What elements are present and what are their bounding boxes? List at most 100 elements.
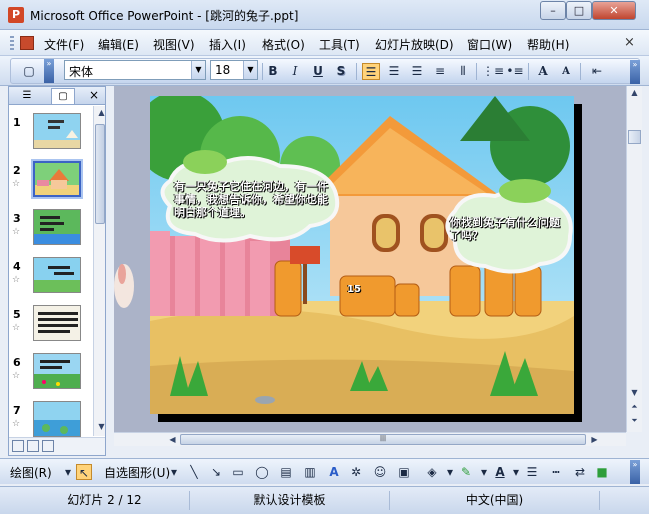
slide-number: 6	[13, 356, 21, 369]
chevron-down-icon[interactable]: ▾	[476, 464, 492, 480]
line-color-icon[interactable]: ✎	[458, 464, 474, 480]
slide-thumbnail[interactable]	[33, 353, 81, 389]
menu-edit[interactable]: 编辑(E)	[98, 36, 139, 53]
chevron-down-icon[interactable]: ▼	[191, 61, 205, 79]
pane-scroll-thumb[interactable]	[95, 124, 105, 224]
menu-tools[interactable]: 工具(T)	[319, 36, 360, 53]
design-template-status[interactable]: 默认设计模板	[190, 491, 390, 510]
minimize-button[interactable]: –	[540, 1, 566, 20]
slide-thumbnail-pane: ☰ ▢ × 1 2 ☆ 3 ☆ 4 ☆ 5 ☆ 6 ☆ 7 ☆ ▲ ▼	[8, 86, 106, 456]
next-slide-icon[interactable]: ⏷	[628, 414, 641, 428]
picture-icon[interactable]: ▣	[396, 464, 412, 480]
menu-file[interactable]: 文件(F)	[44, 36, 84, 53]
slide-thumbnail-current[interactable]	[31, 159, 83, 199]
previous-slide-icon[interactable]: ⏶	[628, 400, 641, 414]
slide-thumbnail[interactable]	[33, 209, 81, 245]
thumbnail-image	[34, 306, 80, 340]
scroll-up-icon[interactable]: ▲	[95, 106, 108, 120]
menu-format[interactable]: 格式(O)	[262, 36, 305, 53]
scroll-left-icon[interactable]: ◀	[166, 433, 179, 447]
vertical-textbox-icon[interactable]: ▥	[302, 464, 318, 480]
line-style-icon[interactable]: ☰	[524, 464, 540, 480]
maximize-button[interactable]: □	[566, 1, 592, 20]
offslide-rabbit-image	[114, 264, 134, 308]
horizontal-scroll-thumb[interactable]: |||	[180, 434, 586, 445]
vertical-scroll-thumb[interactable]	[628, 130, 641, 144]
door-number-label: 15	[347, 284, 361, 295]
slide-thumbnail-row[interactable]: 3 ☆	[9, 209, 93, 257]
pane-tabs: ☰ ▢ ×	[9, 87, 105, 105]
arrow-style-icon[interactable]: ⇄	[572, 464, 588, 480]
slide-number: 4	[13, 260, 21, 273]
menu-window[interactable]: 窗口(W)	[467, 36, 512, 53]
wordart-icon[interactable]: A	[326, 464, 342, 480]
slide-sorter-view-icon[interactable]	[27, 440, 39, 452]
close-button[interactable]: ✕	[592, 1, 636, 20]
diagram-icon[interactable]: ✲	[348, 464, 364, 480]
menu-insert[interactable]: 插入(I)	[209, 36, 246, 53]
slide-thumbnail-row[interactable]: 4 ☆	[9, 257, 93, 305]
menu-view[interactable]: 视图(V)	[153, 36, 195, 53]
normal-view-icon[interactable]	[12, 440, 24, 452]
clipart-icon[interactable]: ☺	[372, 464, 388, 480]
slide-thumbnail-row[interactable]: 5 ☆	[9, 305, 93, 353]
toolbar-overflow-chevron[interactable]: »	[630, 460, 640, 484]
slide-number: 7	[13, 404, 21, 417]
font-size-value: 18	[215, 63, 231, 77]
slide-number: 2	[13, 164, 21, 177]
oval-tool-icon[interactable]: ◯	[254, 464, 270, 480]
slide-thumbnail[interactable]	[33, 113, 81, 149]
scroll-down-icon[interactable]: ▼	[628, 386, 641, 400]
slide-thumbnail-row[interactable]: 6 ☆	[9, 353, 93, 401]
slide-thumbnail[interactable]	[33, 401, 81, 437]
powerpoint-app-icon[interactable]: P	[8, 7, 24, 23]
chevron-down-icon[interactable]: ▼	[243, 61, 257, 79]
menu-grip-handle[interactable]	[10, 36, 14, 51]
vertical-scrollbar[interactable]: ▲ ▼ ⏶ ⏷	[626, 86, 642, 432]
line-tool-icon[interactable]: ╲	[186, 464, 202, 480]
slide-thumbnail-row[interactable]: 2 ☆	[9, 159, 93, 209]
scroll-up-icon[interactable]: ▲	[628, 86, 641, 100]
dash-style-icon[interactable]: ┅	[548, 464, 564, 480]
bubble-text-right[interactable]: 你找到兔子有什么问题了吗？	[450, 216, 570, 242]
new-document-icon[interactable]: ▢	[20, 63, 38, 80]
animation-star-icon: ☆	[12, 275, 21, 285]
slide-position-status: 幻灯片 2 / 12	[20, 491, 190, 510]
autoshapes-button[interactable]: 自选图形(U)	[104, 464, 170, 481]
scroll-down-icon[interactable]: ▼	[95, 420, 108, 434]
chevron-down-icon[interactable]: ▾	[442, 464, 458, 480]
tab-slides[interactable]: ▢	[51, 88, 75, 104]
status-bar: 幻灯片 2 / 12 默认设计模板 中文(中国)	[0, 486, 649, 514]
document-icon[interactable]	[20, 36, 34, 50]
menu-help[interactable]: 帮助(H)	[527, 36, 569, 53]
rectangle-tool-icon[interactable]: ▭	[230, 464, 246, 480]
tab-outline[interactable]: ☰	[15, 88, 39, 104]
pane-close-icon[interactable]: ×	[89, 88, 99, 102]
slide-canvas[interactable]: 有一只兔子它住在河边，有一件事情，我想告诉你，希望你也能明白那个道理。 你找到兔…	[150, 96, 574, 414]
bubble-text-left[interactable]: 有一只兔子它住在河边，有一件事情，我想告诉你，希望你也能明白那个道理。	[174, 180, 334, 219]
font-size-combo[interactable]: 18 ▼	[210, 60, 258, 80]
draw-menu-button[interactable]: 绘图(R)	[10, 464, 52, 481]
scroll-right-icon[interactable]: ▶	[588, 433, 601, 447]
font-color-icon[interactable]: A	[492, 464, 508, 480]
select-pointer-icon[interactable]: ↖	[76, 464, 92, 480]
arrow-tool-icon[interactable]: ↘	[208, 464, 224, 480]
horizontal-scrollbar[interactable]: ◀ ||| ▶	[114, 432, 626, 446]
slide-thumbnail-row[interactable]: 1	[9, 113, 93, 161]
view-buttons	[9, 437, 105, 455]
close-document-button[interactable]: ×	[624, 35, 635, 50]
chevron-down-icon[interactable]: ▾	[166, 464, 182, 480]
menu-slideshow[interactable]: 幻灯片放映(D)	[375, 36, 454, 53]
fill-color-icon[interactable]: ◈	[424, 464, 440, 480]
chevron-down-icon[interactable]: ▾	[508, 464, 524, 480]
pane-scrollbar[interactable]: ▲ ▼	[93, 106, 105, 436]
shadow-style-icon[interactable]: ■	[594, 464, 610, 480]
slideshow-view-icon[interactable]	[42, 440, 54, 452]
chevron-down-icon[interactable]: ▾	[60, 464, 76, 480]
slide-thumbnail[interactable]	[33, 305, 81, 341]
slide-thumbnail[interactable]	[33, 257, 81, 293]
toolbar-options-chevron[interactable]: »	[44, 59, 54, 83]
textbox-tool-icon[interactable]: ▤	[278, 464, 294, 480]
font-name-combo[interactable]: 宋体 ▼	[64, 60, 206, 80]
animation-star-icon: ☆	[12, 419, 21, 429]
